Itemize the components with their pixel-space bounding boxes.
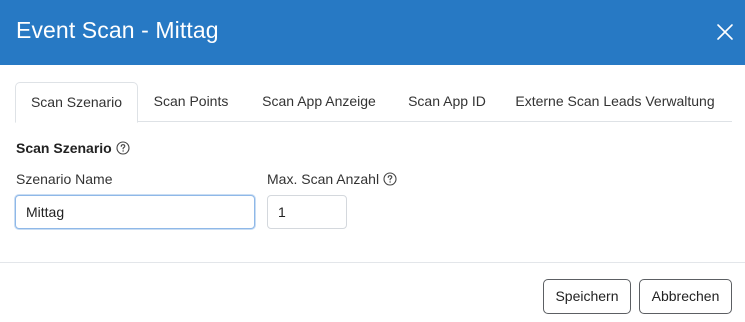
tab-scan-szenario[interactable]: Scan Szenario xyxy=(15,82,138,123)
dialog-title: Event Scan - Mittag xyxy=(16,17,219,43)
tab-scan-app-anzeige[interactable]: Scan App Anzeige xyxy=(253,82,385,122)
scenario-name-label: Szenario Name xyxy=(16,171,113,187)
section-title: Scan Szenario xyxy=(16,140,130,156)
tab-scan-points[interactable]: Scan Points xyxy=(145,82,237,122)
tab-externe-scan-leads-verwaltung[interactable]: Externe Scan Leads Verwaltung xyxy=(509,82,721,122)
question-circle-icon[interactable] xyxy=(383,172,397,186)
scenario-name-label-text: Szenario Name xyxy=(16,171,113,187)
section-title-text: Scan Szenario xyxy=(16,140,112,156)
max-scan-label-text: Max. Scan Anzahl xyxy=(267,171,380,187)
tab-scan-app-id[interactable]: Scan App ID xyxy=(401,82,493,122)
footer-divider xyxy=(0,262,745,263)
question-circle-icon[interactable] xyxy=(116,141,130,155)
scenario-name-input[interactable] xyxy=(15,195,255,229)
max-scan-label: Max. Scan Anzahl xyxy=(267,171,397,187)
close-icon[interactable] xyxy=(713,20,737,44)
tab-bar: Scan Szenario Scan Points Scan App Anzei… xyxy=(15,82,732,123)
save-button[interactable]: Speichern xyxy=(543,279,631,314)
dialog-header: Event Scan - Mittag xyxy=(0,0,745,65)
max-scan-input[interactable] xyxy=(267,195,347,229)
cancel-button[interactable]: Abbrechen xyxy=(639,279,732,314)
